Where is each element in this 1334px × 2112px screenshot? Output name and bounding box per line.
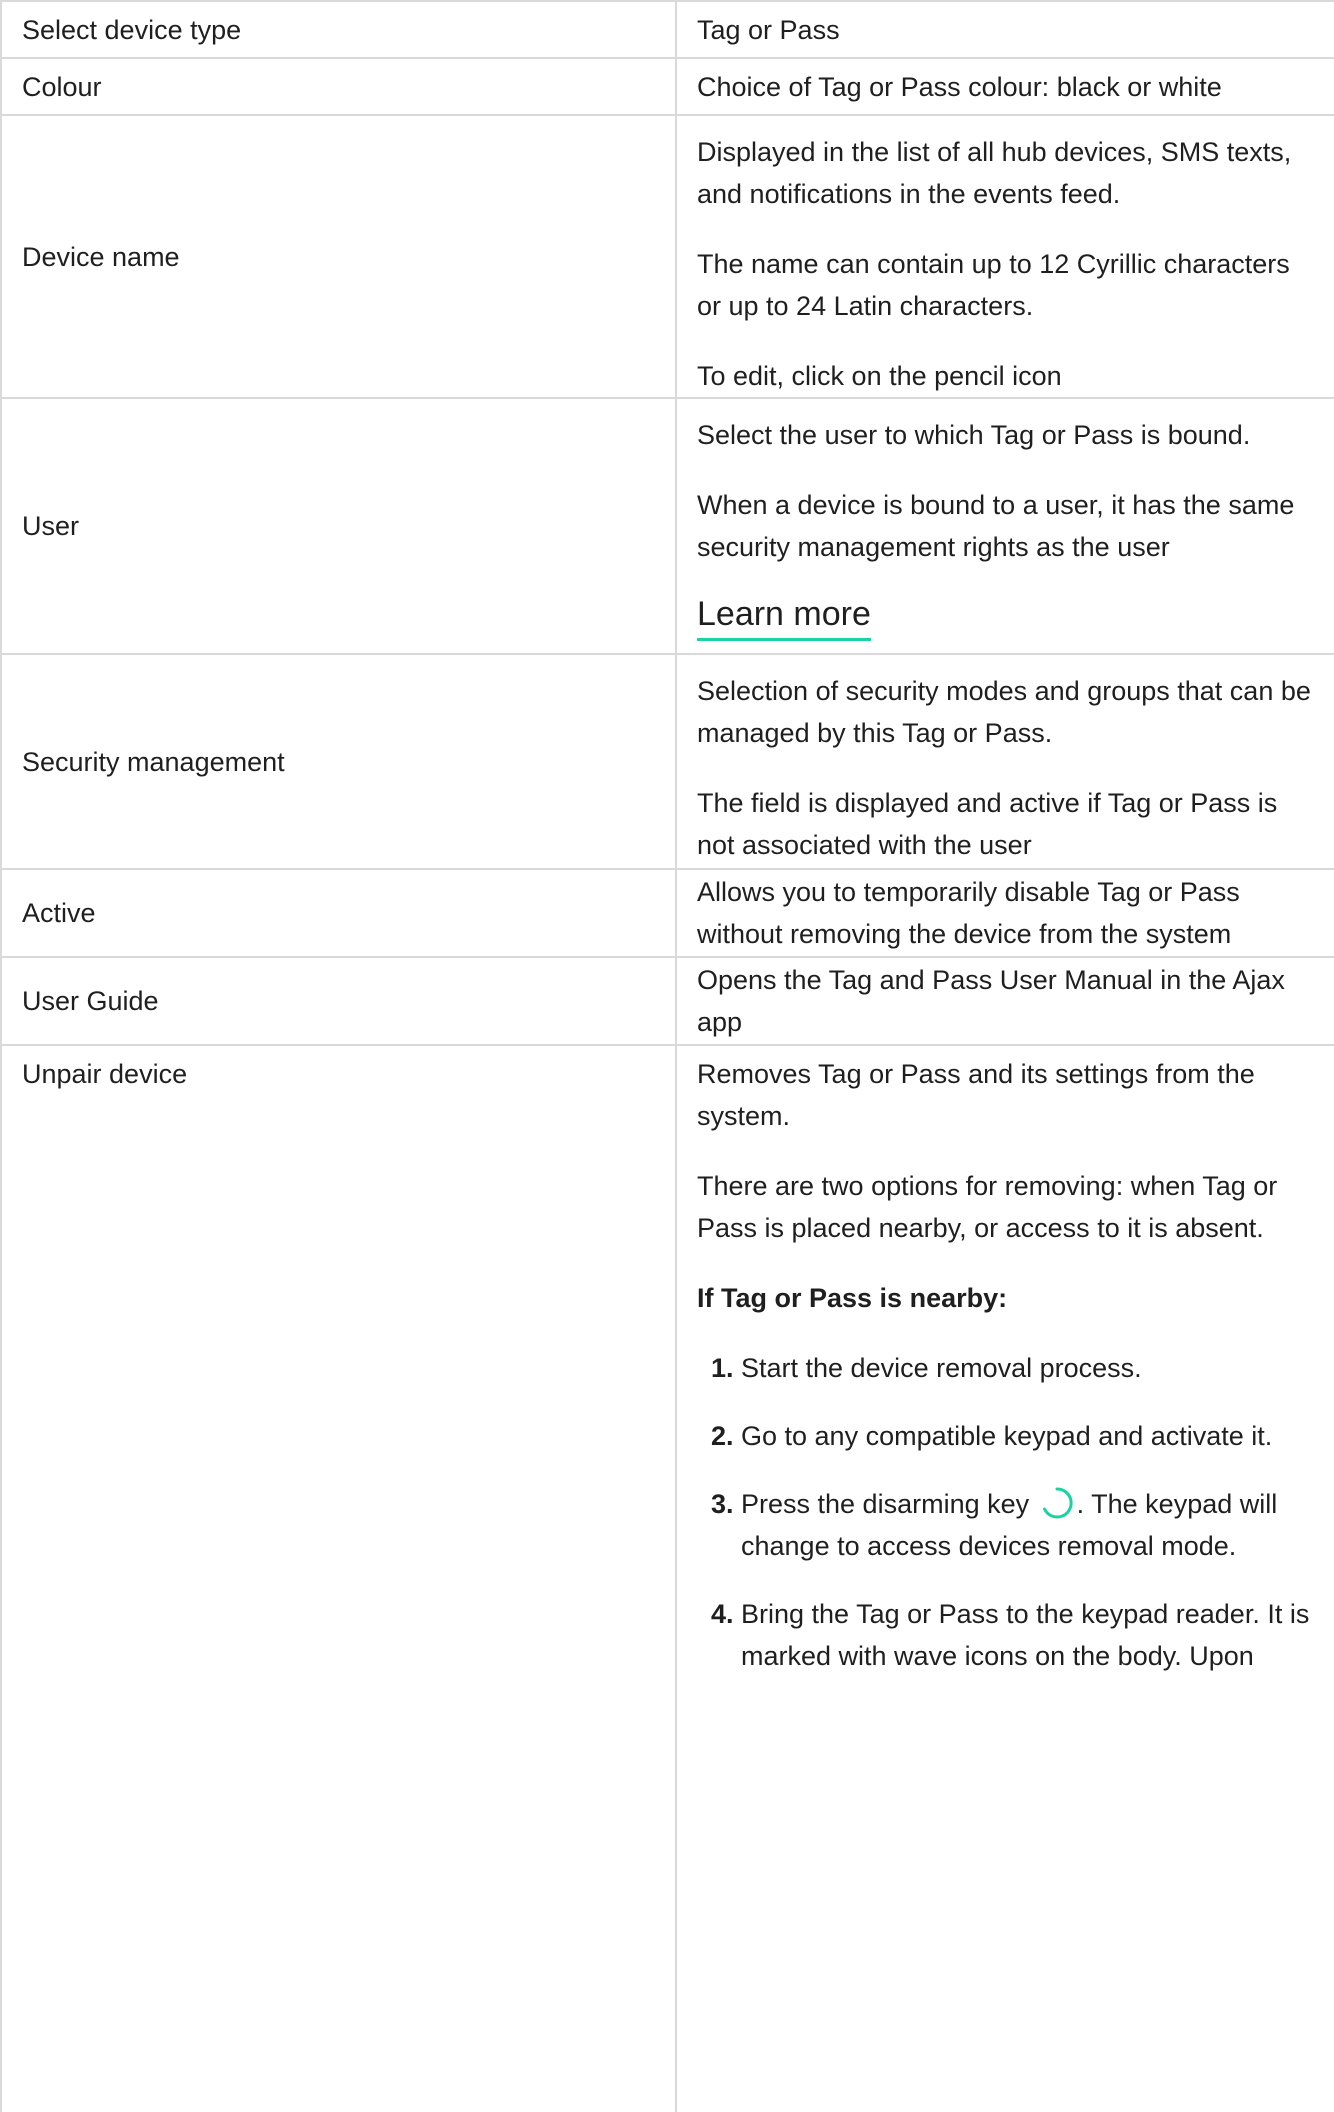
- step-number: 3.: [711, 1489, 734, 1519]
- disarm-circle-icon: [1042, 1487, 1073, 1519]
- table-row: Colour Choice of Tag or Pass colour: bla…: [0, 57, 1334, 116]
- description-paragraph: To edit, click on the pencil icon: [697, 361, 1062, 391]
- step-text: Bring the Tag or Pass to the keypad read…: [741, 1599, 1310, 1671]
- setting-description: Selection of security modes and groups t…: [675, 653, 1334, 870]
- setting-description: Displayed in the list of all hub devices…: [675, 114, 1334, 399]
- learn-more-link[interactable]: Learn more: [697, 592, 871, 641]
- settings-table: Select device type Tag or Pass Colour Ch…: [0, 0, 1334, 2112]
- page: Select device type Tag or Pass Colour Ch…: [0, 0, 1334, 2112]
- setting-name: User Guide: [0, 956, 677, 1046]
- step-text: Go to any compatible keypad and activate…: [741, 1421, 1273, 1451]
- description-paragraph: Select the user to which Tag or Pass is …: [697, 420, 1251, 450]
- setting-description: Select the user to which Tag or Pass is …: [675, 397, 1334, 655]
- step-number: 4.: [711, 1599, 734, 1629]
- setting-name: User: [0, 397, 677, 655]
- description-paragraph: Removes Tag or Pass and its settings fro…: [697, 1059, 1255, 1131]
- description-paragraph: Tag or Pass: [697, 14, 840, 45]
- description-paragraph: There are two options for removing: when…: [697, 1171, 1278, 1243]
- description-paragraph: The field is displayed and active if Tag…: [697, 788, 1278, 860]
- list-item: 4. Bring the Tag or Pass to the keypad r…: [697, 1593, 1315, 1677]
- setting-description: Removes Tag or Pass and its settings fro…: [675, 1044, 1334, 2112]
- list-item: 3. Press the disarming key . The keypad …: [697, 1483, 1315, 1567]
- table-row: Security management Selection of securit…: [0, 653, 1334, 870]
- setting-name: Unpair device: [0, 1044, 677, 2112]
- table-row: User Guide Opens the Tag and Pass User M…: [0, 956, 1334, 1046]
- table-row: Device name Displayed in the list of all…: [0, 114, 1334, 399]
- removal-steps-list: 1. Start the device removal process. 2. …: [697, 1347, 1315, 1677]
- list-item: 2. Go to any compatible keypad and activ…: [697, 1415, 1315, 1457]
- step-text: Press the disarming key: [741, 1489, 1030, 1519]
- setting-name: Active: [0, 868, 677, 958]
- setting-name: Device name: [0, 114, 677, 399]
- setting-description: Opens the Tag and Pass User Manual in th…: [675, 956, 1334, 1046]
- list-item: 1. Start the device removal process.: [697, 1347, 1315, 1389]
- description-paragraph: Selection of security modes and groups t…: [697, 676, 1311, 748]
- description-paragraph: Allows you to temporarily disable Tag or…: [697, 877, 1240, 949]
- description-paragraph: Displayed in the list of all hub devices…: [697, 137, 1292, 209]
- setting-description: Choice of Tag or Pass colour: black or w…: [675, 57, 1334, 116]
- setting-name: Colour: [0, 57, 677, 116]
- table-row: User Select the user to which Tag or Pas…: [0, 397, 1334, 655]
- setting-name: Security management: [0, 653, 677, 870]
- step-number: 1.: [711, 1353, 734, 1383]
- description-paragraph: The name can contain up to 12 Cyrillic c…: [697, 249, 1290, 321]
- description-paragraph: Opens the Tag and Pass User Manual in th…: [697, 965, 1285, 1037]
- setting-description: Tag or Pass: [675, 0, 1334, 59]
- table-row: Unpair device Removes Tag or Pass and it…: [0, 1044, 1334, 2112]
- setting-description: Allows you to temporarily disable Tag or…: [675, 868, 1334, 958]
- step-number: 2.: [711, 1421, 734, 1451]
- description-paragraph: When a device is bound to a user, it has…: [697, 490, 1295, 562]
- step-text: Start the device removal process.: [741, 1353, 1142, 1383]
- table-row: Select device type Tag or Pass: [0, 0, 1334, 59]
- table-row: Active Allows you to temporarily disable…: [0, 868, 1334, 958]
- nearby-subheading: If Tag or Pass is nearby:: [697, 1283, 1008, 1313]
- setting-name: Select device type: [0, 0, 677, 59]
- description-paragraph: Choice of Tag or Pass colour: black or w…: [697, 71, 1222, 102]
